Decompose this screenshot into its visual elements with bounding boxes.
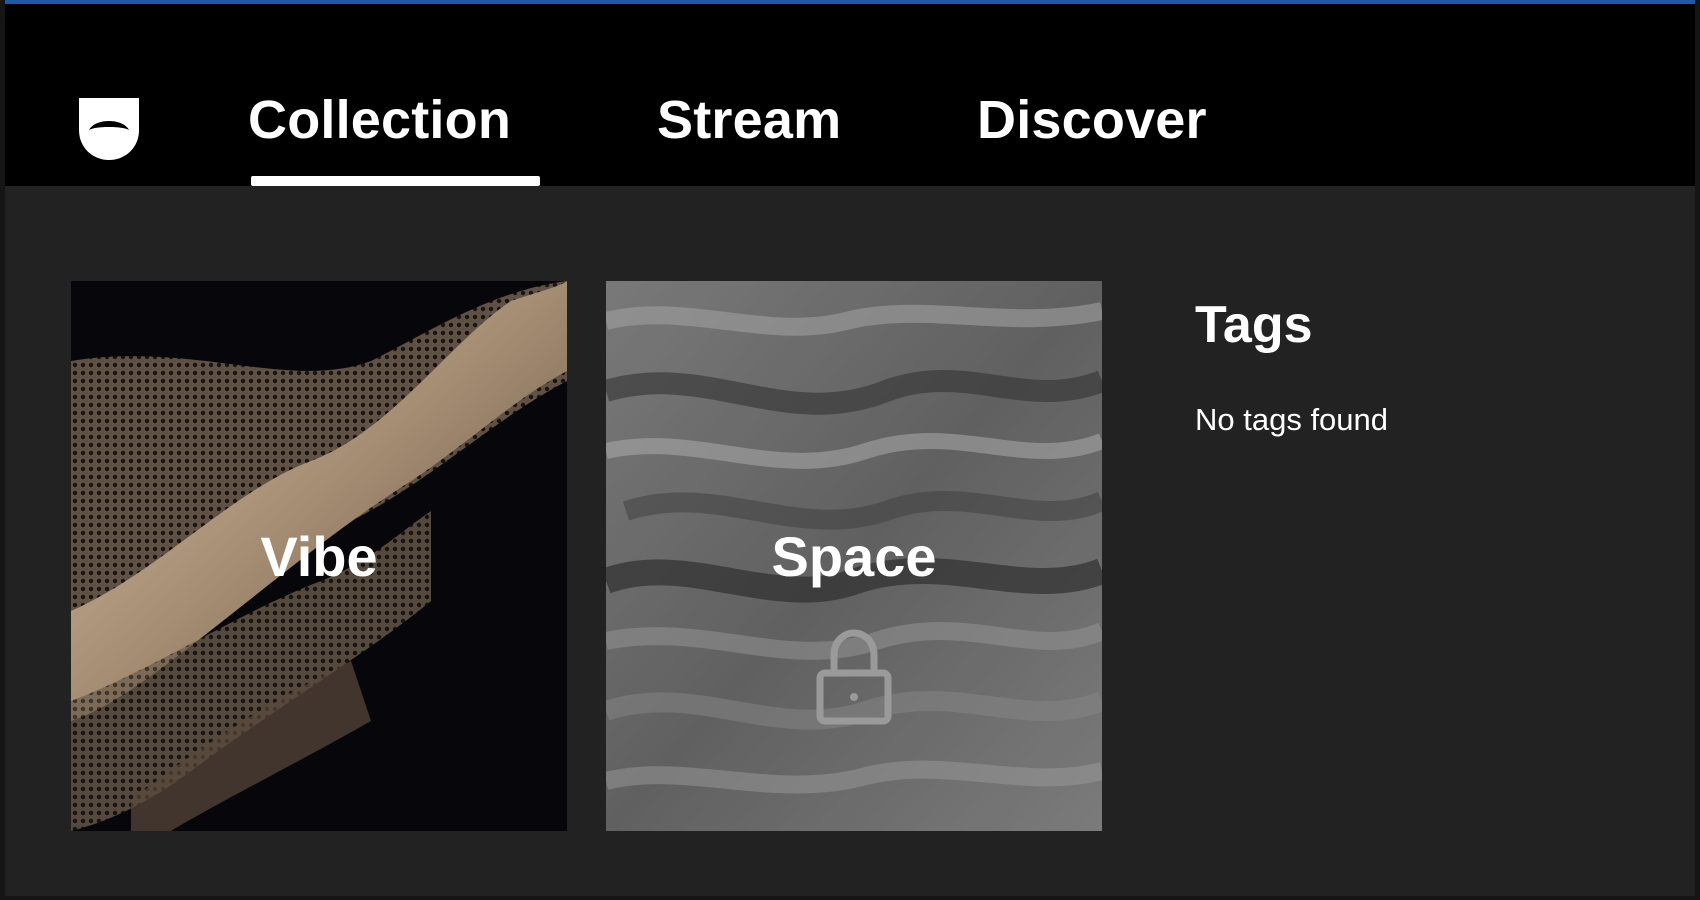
- tab-collection[interactable]: Collection: [248, 90, 511, 150]
- mask-icon[interactable]: [77, 96, 141, 162]
- tab-stream[interactable]: Stream: [657, 90, 841, 150]
- collection-label-space: Space: [771, 525, 937, 588]
- lock-icon: [816, 629, 892, 725]
- tab-discover[interactable]: Discover: [977, 90, 1207, 150]
- collection-card-space[interactable]: Space: [606, 281, 1102, 831]
- tags-heading: Tags: [1195, 296, 1313, 354]
- app-window: Collection Stream Discover Vibe Space Ta…: [0, 0, 1700, 900]
- collection-label-vibe: Vibe: [260, 525, 378, 588]
- active-tab-indicator: [251, 176, 540, 186]
- tags-empty-message: No tags found: [1195, 402, 1389, 437]
- collection-card-vibe[interactable]: Vibe: [71, 281, 567, 831]
